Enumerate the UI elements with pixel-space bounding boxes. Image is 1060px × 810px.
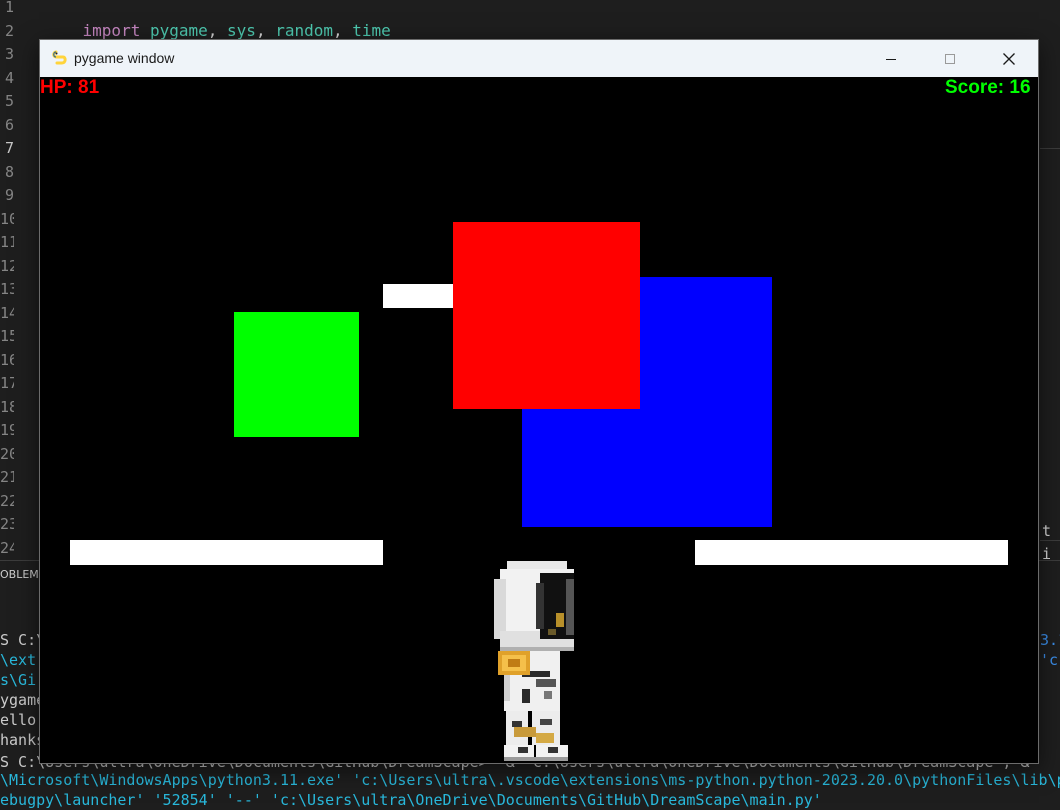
module-random: random <box>275 21 333 40</box>
line-number: 9 <box>4 186 14 204</box>
line-number: 17 <box>0 374 14 392</box>
module-sys: sys <box>227 21 256 40</box>
terminal-fragment: 'c: <box>1040 651 1060 669</box>
close-icon <box>1003 52 1015 65</box>
line-number: 8 <box>4 162 14 181</box>
line-number: 11 <box>0 233 14 251</box>
line-number: 19 <box>0 421 14 439</box>
line-number: 12 <box>0 256 14 275</box>
module-time: time <box>352 21 391 40</box>
module-pygame: pygame <box>149 21 208 40</box>
window-titlebar[interactable]: pygame window <box>40 40 1038 77</box>
astronaut-sprite <box>494 561 574 761</box>
game-canvas[interactable]: HP: 81 Score: 16 <box>40 77 1038 763</box>
green-block <box>234 312 359 437</box>
minimize-button[interactable] <box>862 40 920 77</box>
terminal-fragment: 3.1 <box>1040 631 1060 649</box>
line-number: 13 <box>0 280 14 298</box>
line-number: 10 <box>0 209 14 228</box>
keyword-import: import <box>82 21 141 40</box>
terminal-line: ello <box>0 711 37 729</box>
line-number: 4 <box>4 68 14 87</box>
tab-problems[interactable]: OBLEM <box>0 568 39 581</box>
editor-divider <box>1040 148 1060 149</box>
line-number: 21 <box>0 468 14 486</box>
line-number: 16 <box>0 350 14 369</box>
right-platform <box>695 540 1008 565</box>
left-platform <box>70 540 383 565</box>
line-number: 14 <box>0 303 14 322</box>
line-number: 24 <box>0 538 14 557</box>
line-number: 1 <box>4 0 14 16</box>
line-number: 15 <box>0 327 14 345</box>
window-title: pygame window <box>74 50 175 66</box>
maximize-button[interactable] <box>921 40 979 77</box>
small-platform <box>383 284 458 308</box>
pygame-window[interactable]: pygame window HP: 81 Score: 16 <box>39 39 1039 764</box>
maximize-icon <box>945 53 955 64</box>
terminal-line: ebugpy\launcher' '52854' '--' 'c:\Users\… <box>0 791 822 809</box>
line-number: 18 <box>0 397 14 416</box>
line-number: 20 <box>0 444 14 463</box>
line-number: 23 <box>0 515 14 533</box>
score-display: Score: 16 <box>945 77 1031 98</box>
terminal-line: \ext <box>0 651 37 669</box>
minimize-icon <box>886 58 896 60</box>
line-number: 5 <box>4 92 14 110</box>
line-number: 6 <box>4 115 14 134</box>
line-number: 3 <box>4 45 14 63</box>
terminal-line: \Microsoft\WindowsApps\python3.11.exe' '… <box>0 771 1060 789</box>
line-number: 7 <box>4 139 14 157</box>
pygame-snake-icon <box>52 50 67 65</box>
line-number: 22 <box>0 491 14 510</box>
line-number: 2 <box>4 21 14 40</box>
terminal-line: s\Gi <box>0 671 37 689</box>
red-block <box>453 222 640 409</box>
hp-display: HP: 81 <box>40 77 100 98</box>
close-button[interactable] <box>980 40 1038 77</box>
